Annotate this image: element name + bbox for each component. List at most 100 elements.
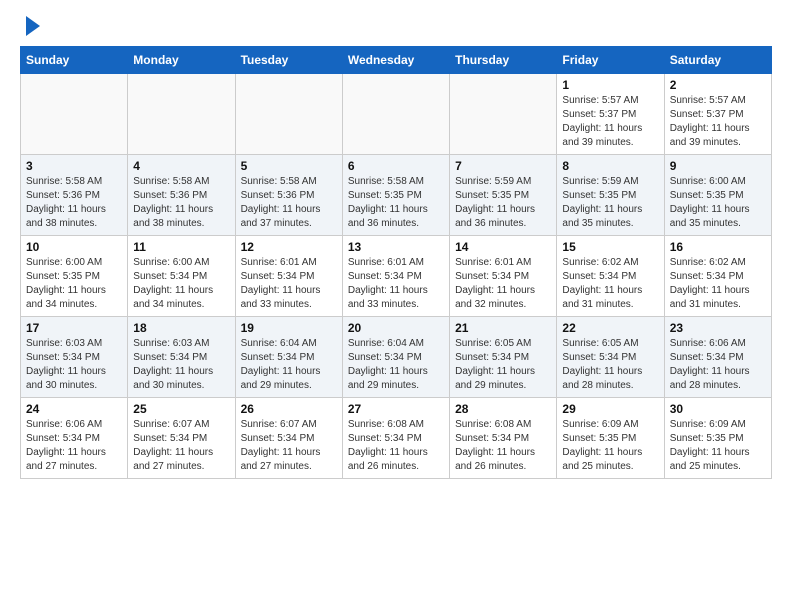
calendar-day-25: 25 Sunrise: 6:07 AM Sunset: 5:34 PM Dayli… — [128, 398, 235, 479]
calendar-day-empty — [235, 74, 342, 155]
calendar-week-4: 24 Sunrise: 6:06 AM Sunset: 5:34 PM Dayli… — [21, 398, 772, 479]
day-number: 1 — [562, 78, 658, 92]
day-number: 10 — [26, 240, 122, 254]
day-info: Sunrise: 6:02 AM Sunset: 5:34 PM Dayligh… — [670, 256, 766, 312]
day-info: Sunrise: 5:58 AM Sunset: 5:36 PM Dayligh… — [26, 175, 122, 231]
day-info: Sunrise: 6:00 AM Sunset: 5:35 PM Dayligh… — [670, 175, 766, 231]
calendar-day-3: 3 Sunrise: 5:58 AM Sunset: 5:36 PM Daylig… — [21, 155, 128, 236]
day-number: 19 — [241, 321, 337, 335]
day-number: 6 — [348, 159, 444, 173]
weekday-header-wednesday: Wednesday — [342, 47, 449, 74]
day-number: 7 — [455, 159, 551, 173]
calendar-day-14: 14 Sunrise: 6:01 AM Sunset: 5:34 PM Dayli… — [450, 236, 557, 317]
calendar-day-6: 6 Sunrise: 5:58 AM Sunset: 5:35 PM Daylig… — [342, 155, 449, 236]
calendar-day-16: 16 Sunrise: 6:02 AM Sunset: 5:34 PM Dayli… — [664, 236, 771, 317]
page-header — [20, 20, 772, 36]
day-number: 26 — [241, 402, 337, 416]
day-number: 11 — [133, 240, 229, 254]
day-info: Sunrise: 6:03 AM Sunset: 5:34 PM Dayligh… — [26, 337, 122, 393]
day-info: Sunrise: 6:05 AM Sunset: 5:34 PM Dayligh… — [455, 337, 551, 393]
weekday-header-row: SundayMondayTuesdayWednesdayThursdayFrid… — [21, 47, 772, 74]
day-info: Sunrise: 6:09 AM Sunset: 5:35 PM Dayligh… — [562, 418, 658, 474]
day-info: Sunrise: 6:00 AM Sunset: 5:35 PM Dayligh… — [26, 256, 122, 312]
day-info: Sunrise: 6:00 AM Sunset: 5:34 PM Dayligh… — [133, 256, 229, 312]
day-number: 22 — [562, 321, 658, 335]
calendar-day-empty — [21, 74, 128, 155]
day-info: Sunrise: 6:01 AM Sunset: 5:34 PM Dayligh… — [348, 256, 444, 312]
day-number: 20 — [348, 321, 444, 335]
day-info: Sunrise: 5:59 AM Sunset: 5:35 PM Dayligh… — [455, 175, 551, 231]
calendar-day-13: 13 Sunrise: 6:01 AM Sunset: 5:34 PM Dayli… — [342, 236, 449, 317]
day-info: Sunrise: 5:59 AM Sunset: 5:35 PM Dayligh… — [562, 175, 658, 231]
weekday-header-monday: Monday — [128, 47, 235, 74]
calendar-day-19: 19Sunrise: 6:04 AM Sunset: 5:34 PM Dayli… — [235, 317, 342, 398]
day-info: Sunrise: 6:02 AM Sunset: 5:34 PM Dayligh… — [562, 256, 658, 312]
day-info: Sunrise: 6:06 AM Sunset: 5:34 PM Dayligh… — [670, 337, 766, 393]
day-number: 4 — [133, 159, 229, 173]
day-info: Sunrise: 5:58 AM Sunset: 5:35 PM Dayligh… — [348, 175, 444, 231]
day-info: Sunrise: 5:58 AM Sunset: 5:36 PM Dayligh… — [241, 175, 337, 231]
calendar-day-21: 21 Sunrise: 6:05 AM Sunset: 5:34 PM Dayli… — [450, 317, 557, 398]
day-info: Sunrise: 6:03 AM Sunset: 5:34 PM Dayligh… — [133, 337, 229, 393]
day-number: 18 — [133, 321, 229, 335]
calendar-week-2: 10 Sunrise: 6:00 AM Sunset: 5:35 PM Dayli… — [21, 236, 772, 317]
calendar-week-0: 1 Sunrise: 5:57 AM Sunset: 5:37 PM Daylig… — [21, 74, 772, 155]
day-info: Sunrise: 6:07 AM Sunset: 5:34 PM Dayligh… — [133, 418, 229, 474]
weekday-header-thursday: Thursday — [450, 47, 557, 74]
weekday-header-friday: Friday — [557, 47, 664, 74]
calendar-day-28: 28 Sunrise: 6:08 AM Sunset: 5:34 PM Dayli… — [450, 398, 557, 479]
calendar-day-29: 29 Sunrise: 6:09 AM Sunset: 5:35 PM Dayli… — [557, 398, 664, 479]
calendar-day-11: 11 Sunrise: 6:00 AM Sunset: 5:34 PM Dayli… — [128, 236, 235, 317]
day-number: 3 — [26, 159, 122, 173]
calendar-day-10: 10 Sunrise: 6:00 AM Sunset: 5:35 PM Dayli… — [21, 236, 128, 317]
day-number: 14 — [455, 240, 551, 254]
calendar-day-27: 27 Sunrise: 6:08 AM Sunset: 5:34 PM Dayli… — [342, 398, 449, 479]
day-number: 25 — [133, 402, 229, 416]
calendar-day-7: 7 Sunrise: 5:59 AM Sunset: 5:35 PM Daylig… — [450, 155, 557, 236]
day-number: 23 — [670, 321, 766, 335]
calendar-day-1: 1 Sunrise: 5:57 AM Sunset: 5:37 PM Daylig… — [557, 74, 664, 155]
calendar-day-17: 17 Sunrise: 6:03 AM Sunset: 5:34 PM Dayli… — [21, 317, 128, 398]
day-number: 30 — [670, 402, 766, 416]
day-number: 24 — [26, 402, 122, 416]
day-info: Sunrise: 6:06 AM Sunset: 5:34 PM Dayligh… — [26, 418, 122, 474]
day-number: 29 — [562, 402, 658, 416]
day-info: Sunrise: 6:01 AM Sunset: 5:34 PM Dayligh… — [241, 256, 337, 312]
day-info: Sunrise: 6:09 AM Sunset: 5:35 PM Dayligh… — [670, 418, 766, 474]
calendar-day-30: 30 Sunrise: 6:09 AM Sunset: 5:35 PM Dayli… — [664, 398, 771, 479]
day-number: 9 — [670, 159, 766, 173]
day-number: 17 — [26, 321, 122, 335]
calendar-day-24: 24 Sunrise: 6:06 AM Sunset: 5:34 PM Dayli… — [21, 398, 128, 479]
calendar-day-empty — [342, 74, 449, 155]
day-info: Sunrise: 6:08 AM Sunset: 5:34 PM Dayligh… — [348, 418, 444, 474]
weekday-header-saturday: Saturday — [664, 47, 771, 74]
calendar-week-3: 17 Sunrise: 6:03 AM Sunset: 5:34 PM Dayli… — [21, 317, 772, 398]
calendar-day-5: 5Sunrise: 5:58 AM Sunset: 5:36 PM Daylig… — [235, 155, 342, 236]
calendar-day-15: 15 Sunrise: 6:02 AM Sunset: 5:34 PM Dayli… — [557, 236, 664, 317]
calendar-day-empty — [450, 74, 557, 155]
day-info: Sunrise: 6:08 AM Sunset: 5:34 PM Dayligh… — [455, 418, 551, 474]
day-number: 16 — [670, 240, 766, 254]
day-info: Sunrise: 6:01 AM Sunset: 5:34 PM Dayligh… — [455, 256, 551, 312]
day-number: 13 — [348, 240, 444, 254]
day-number: 12 — [241, 240, 337, 254]
day-info: Sunrise: 5:57 AM Sunset: 5:37 PM Dayligh… — [670, 94, 766, 150]
calendar-day-empty — [128, 74, 235, 155]
day-number: 15 — [562, 240, 658, 254]
day-number: 28 — [455, 402, 551, 416]
calendar-day-9: 9 Sunrise: 6:00 AM Sunset: 5:35 PM Daylig… — [664, 155, 771, 236]
day-info: Sunrise: 6:05 AM Sunset: 5:34 PM Dayligh… — [562, 337, 658, 393]
day-number: 21 — [455, 321, 551, 335]
day-info: Sunrise: 5:57 AM Sunset: 5:37 PM Dayligh… — [562, 94, 658, 150]
logo — [20, 20, 40, 36]
day-info: Sunrise: 6:07 AM Sunset: 5:34 PM Dayligh… — [241, 418, 337, 474]
day-number: 8 — [562, 159, 658, 173]
weekday-header-tuesday: Tuesday — [235, 47, 342, 74]
calendar-day-2: 2Sunrise: 5:57 AM Sunset: 5:37 PM Daylig… — [664, 74, 771, 155]
calendar-day-23: 23 Sunrise: 6:06 AM Sunset: 5:34 PM Dayli… — [664, 317, 771, 398]
day-number: 27 — [348, 402, 444, 416]
calendar-day-8: 8 Sunrise: 5:59 AM Sunset: 5:35 PM Daylig… — [557, 155, 664, 236]
calendar-week-1: 3 Sunrise: 5:58 AM Sunset: 5:36 PM Daylig… — [21, 155, 772, 236]
logo-triangle-icon — [26, 16, 40, 36]
calendar-day-20: 20Sunrise: 6:04 AM Sunset: 5:34 PM Dayli… — [342, 317, 449, 398]
